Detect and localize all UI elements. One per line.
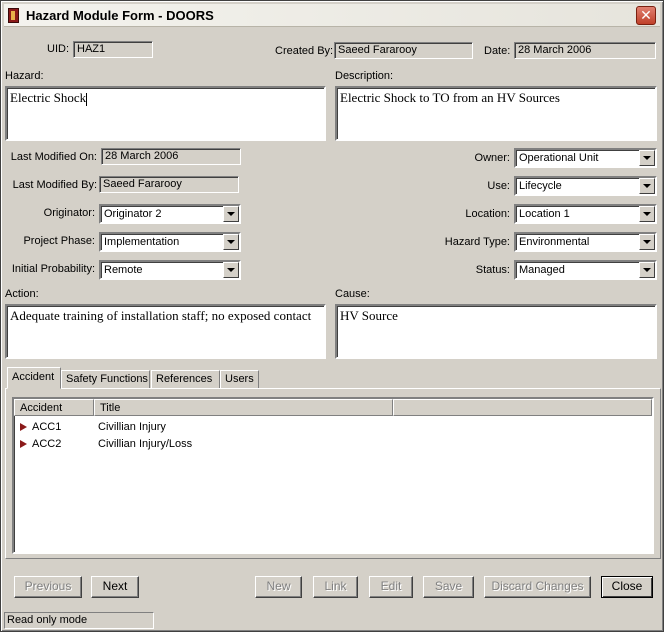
chevron-down-icon[interactable]: [223, 262, 239, 278]
use-value: Lifecycle: [519, 180, 562, 192]
tab-accident[interactable]: Accident: [7, 367, 61, 389]
next-button[interactable]: Next: [91, 576, 139, 598]
previous-button[interactable]: Previous: [14, 576, 82, 598]
owner-label: Owner:: [474, 152, 510, 164]
table-row[interactable]: ACC2 Civillian Injury/Loss: [14, 436, 652, 453]
title-bar[interactable]: Hazard Module Form - DOORS ✕: [4, 4, 660, 27]
date-label: Date:: [484, 45, 511, 57]
initial-probability-value: Remote: [104, 264, 143, 276]
hazard-text: Electric Shock: [10, 90, 87, 105]
last-modified-on-label: Last Modified On:: [10, 151, 97, 163]
cause-textarea[interactable]: HV Source: [335, 304, 657, 359]
tab-safety-functions[interactable]: Safety Functions: [61, 370, 150, 389]
column-header-accident[interactable]: Accident: [14, 399, 94, 416]
close-button[interactable]: Close: [601, 576, 653, 598]
initial-probability-select[interactable]: Remote: [99, 260, 241, 280]
originator-value: Originator 2: [104, 208, 162, 220]
cause-label: Cause:: [335, 288, 370, 300]
owner-value: Operational Unit: [519, 152, 599, 164]
accident-title: Civillian Injury: [98, 421, 166, 433]
status-value: Managed: [519, 264, 565, 276]
accident-id: ACC2: [32, 438, 62, 450]
link-button[interactable]: Link: [313, 576, 358, 598]
location-value: Location 1: [519, 208, 570, 220]
location-label: Location:: [465, 208, 510, 220]
hazard-textarea[interactable]: Electric Shock: [5, 86, 326, 141]
triangle-right-icon: [20, 440, 27, 448]
chevron-down-icon[interactable]: [639, 234, 655, 250]
chevron-down-icon[interactable]: [639, 262, 655, 278]
hazard-type-value: Environmental: [519, 236, 590, 248]
uid-field: HAZ1: [73, 41, 153, 58]
last-modified-on-field: 28 March 2006: [101, 148, 241, 165]
edit-button[interactable]: Edit: [369, 576, 413, 598]
accident-list[interactable]: Accident Title ACC1 Civillian Injury ACC…: [12, 397, 654, 554]
status-label: Status:: [475, 264, 510, 276]
use-select[interactable]: Lifecycle: [514, 176, 657, 196]
date-field: 28 March 2006: [514, 42, 656, 59]
last-modified-by-label: Last Modified By:: [12, 179, 97, 191]
column-header-blank[interactable]: [393, 399, 652, 416]
table-row[interactable]: ACC1 Civillian Injury: [14, 419, 652, 436]
chevron-down-icon[interactable]: [223, 206, 239, 222]
column-header-title[interactable]: Title: [94, 399, 393, 416]
discard-changes-button[interactable]: Discard Changes: [484, 576, 591, 598]
window-title: Hazard Module Form - DOORS: [26, 8, 214, 23]
project-phase-select[interactable]: Implementation: [99, 232, 241, 252]
new-button[interactable]: New: [255, 576, 302, 598]
location-select[interactable]: Location 1: [514, 204, 657, 224]
initial-probability-label: Initial Probability:: [11, 263, 95, 275]
description-textarea[interactable]: Electric Shock to TO from an HV Sources: [335, 86, 657, 141]
close-window-button[interactable]: ✕: [636, 6, 656, 25]
uid-label: UID:: [47, 43, 69, 55]
chevron-down-icon[interactable]: [639, 206, 655, 222]
action-label: Action:: [5, 288, 39, 300]
use-label: Use:: [487, 180, 510, 192]
project-phase-value: Implementation: [104, 236, 180, 248]
chevron-down-icon[interactable]: [223, 234, 239, 250]
tab-references[interactable]: References: [151, 370, 220, 389]
hazard-form-window: Hazard Module Form - DOORS ✕ UID: HAZ1 C…: [0, 0, 664, 632]
doors-app-icon: [8, 8, 19, 23]
triangle-right-icon: [20, 423, 27, 431]
status-select[interactable]: Managed: [514, 260, 657, 280]
originator-select[interactable]: Originator 2: [99, 204, 241, 224]
tab-users[interactable]: Users: [220, 370, 259, 389]
description-label: Description:: [335, 70, 394, 82]
created-by-field: Saeed Fararooy: [334, 42, 473, 59]
save-button[interactable]: Save: [423, 576, 474, 598]
hazard-type-select[interactable]: Environmental: [514, 232, 657, 252]
owner-select[interactable]: Operational Unit: [514, 148, 657, 168]
hazard-label: Hazard:: [5, 70, 44, 82]
chevron-down-icon[interactable]: [639, 150, 655, 166]
accident-title: Civillian Injury/Loss: [98, 438, 193, 450]
action-textarea[interactable]: Adequate training of installation staff;…: [5, 304, 326, 359]
originator-label: Originator:: [43, 207, 95, 219]
text-caret: [86, 92, 88, 106]
accident-tab-panel: Accident Title ACC1 Civillian Injury ACC…: [5, 388, 661, 559]
status-bar: Read only mode: [4, 612, 154, 629]
created-by-label: Created By:: [275, 45, 334, 57]
last-modified-by-field: Saeed Fararooy: [99, 176, 239, 193]
project-phase-label: Project Phase:: [23, 235, 95, 247]
chevron-down-icon[interactable]: [639, 178, 655, 194]
hazard-type-label: Hazard Type:: [444, 236, 510, 248]
accident-id: ACC1: [32, 421, 62, 433]
